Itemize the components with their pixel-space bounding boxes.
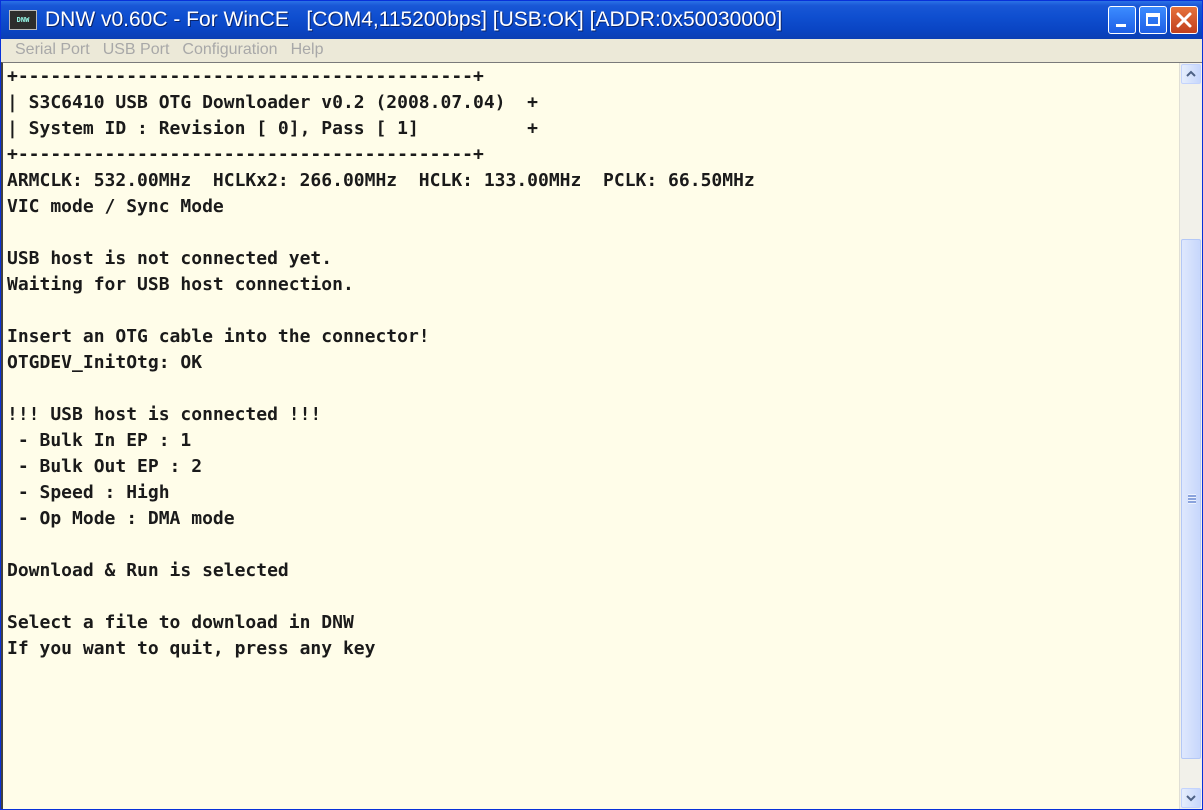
console-line: If you want to quit, press any key — [7, 638, 376, 659]
scroll-down-button[interactable] — [1181, 788, 1201, 808]
menu-help[interactable]: Help — [291, 41, 324, 59]
console-line: +---------------------------------------… — [7, 66, 484, 87]
menu-usb-port[interactable]: USB Port — [103, 41, 170, 59]
console-line: OTGDEV_InitOtg: OK — [7, 352, 203, 373]
minimize-button[interactable] — [1108, 6, 1136, 34]
window-controls — [1108, 6, 1198, 34]
title-bar[interactable]: DNW DNW v0.60C - For WinCE [COM4,115200b… — [1, 1, 1202, 39]
console-line: VIC mode / Sync Mode — [7, 196, 224, 217]
console-frame: +---------------------------------------… — [1, 62, 1202, 809]
console-line: - Op Mode : DMA mode — [7, 508, 235, 529]
console-line: +---------------------------------------… — [7, 144, 484, 165]
scrollbar-thumb[interactable] — [1181, 239, 1201, 759]
menu-bar: Serial Port USB Port Configuration Help — [1, 39, 1202, 61]
console-line: - Speed : High — [7, 482, 170, 503]
console-line: - Bulk In EP : 1 — [7, 430, 192, 451]
console-line: - Bulk Out EP : 2 — [7, 456, 203, 477]
console-line: Select a file to download in DNW — [7, 612, 354, 633]
console-line: !!! USB host is connected !!! — [7, 404, 322, 425]
app-icon[interactable]: DNW — [9, 10, 37, 30]
console-line: USB host is not connected yet. — [7, 248, 333, 269]
console-line: Insert an OTG cable into the connector! — [7, 326, 430, 347]
menu-serial-port[interactable]: Serial Port — [15, 41, 90, 59]
menu-configuration[interactable]: Configuration — [182, 41, 277, 59]
scroll-up-button[interactable] — [1181, 64, 1201, 84]
chevron-up-icon — [1186, 70, 1196, 77]
app-window: DNW DNW v0.60C - For WinCE [COM4,115200b… — [0, 0, 1203, 810]
console-line: | System ID : Revision [ 0], Pass [ 1] + — [7, 118, 539, 139]
console-line: Download & Run is selected — [7, 560, 289, 581]
close-icon — [1176, 12, 1192, 28]
window-title: DNW v0.60C - For WinCE [COM4,115200bps] … — [45, 8, 783, 31]
minimize-icon — [1116, 24, 1126, 27]
console-line: Waiting for USB host connection. — [7, 274, 354, 295]
console-output[interactable]: +---------------------------------------… — [3, 63, 1178, 809]
maximize-button[interactable] — [1139, 6, 1167, 34]
grip-icon — [1188, 494, 1196, 504]
vertical-scrollbar[interactable] — [1179, 63, 1202, 809]
console-line: ARMCLK: 532.00MHz HCLKx2: 266.00MHz HCLK… — [7, 170, 755, 191]
maximize-icon — [1146, 13, 1160, 26]
console-line: | S3C6410 USB OTG Downloader v0.2 (2008.… — [7, 92, 539, 113]
chevron-down-icon — [1186, 795, 1196, 802]
close-button[interactable] — [1170, 6, 1198, 34]
